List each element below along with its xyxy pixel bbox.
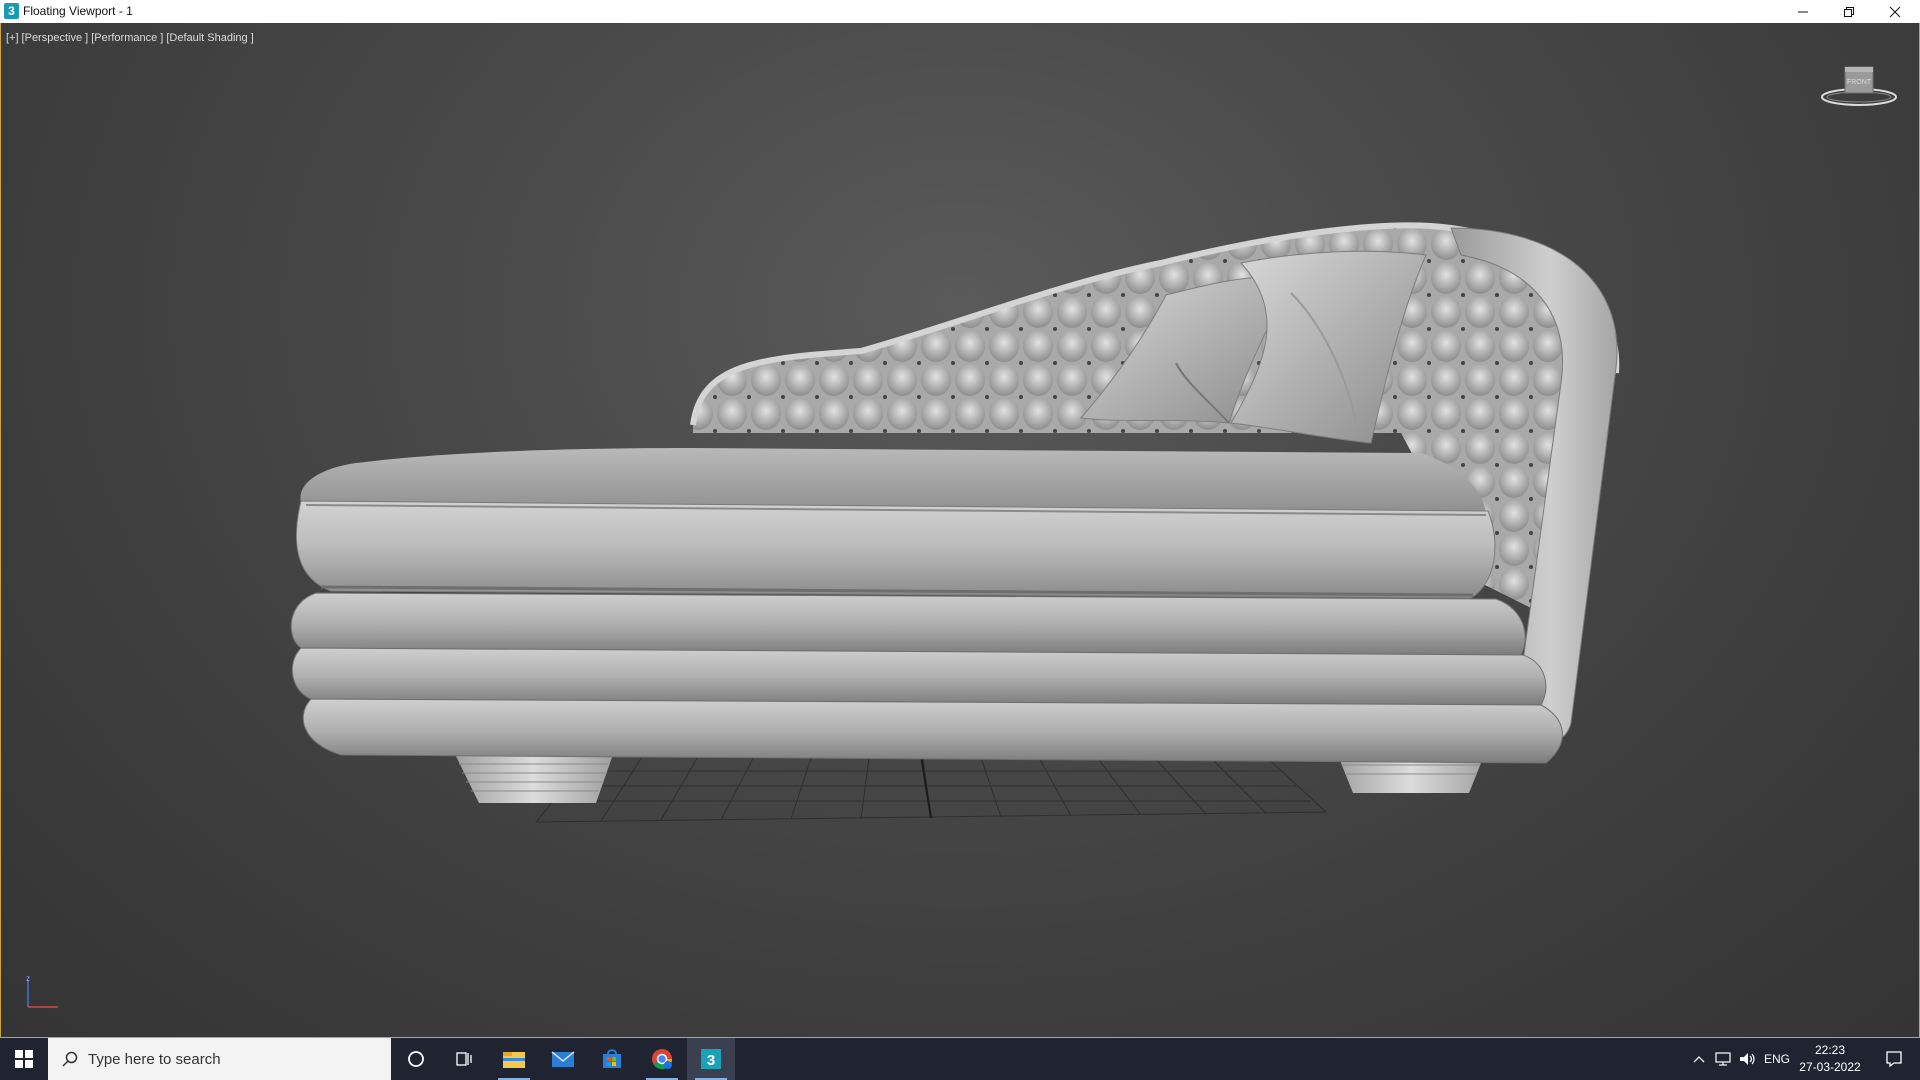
task-view-button[interactable] xyxy=(440,1038,488,1080)
restore-button[interactable] xyxy=(1826,0,1872,23)
network-icon xyxy=(1715,1052,1731,1066)
cortana-icon xyxy=(408,1051,424,1067)
cortana-button[interactable] xyxy=(392,1038,440,1080)
mail-button[interactable] xyxy=(539,1038,587,1080)
clock-time: 22:23 xyxy=(1814,1043,1846,1057)
search-icon xyxy=(62,1051,78,1067)
chrome-button[interactable] xyxy=(638,1038,686,1080)
3dsmax-icon: 3 xyxy=(701,1049,721,1069)
task-view-icon xyxy=(456,1052,472,1066)
close-icon xyxy=(1889,6,1901,17)
svg-text:3: 3 xyxy=(707,1052,715,1069)
taskbar-search-box[interactable]: Type here to search xyxy=(48,1038,391,1080)
sofa-base-bands xyxy=(290,592,1563,764)
restore-icon xyxy=(1844,6,1854,17)
store-icon xyxy=(603,1049,621,1068)
minimize-icon xyxy=(1798,11,1808,12)
volume-button[interactable] xyxy=(1736,1038,1758,1080)
store-button[interactable] xyxy=(588,1038,636,1080)
window-title: Floating Viewport - 1 xyxy=(23,4,133,18)
input-language-button[interactable]: ENG xyxy=(1762,1038,1792,1080)
notification-icon xyxy=(1886,1051,1902,1068)
floating-viewport[interactable]: [+] [Perspective ] [Performance ] [Default … xyxy=(0,23,1920,1038)
mail-icon xyxy=(551,1051,575,1067)
clock-date: 27-03-2022 xyxy=(1799,1060,1861,1074)
show-hidden-icons-button[interactable] xyxy=(1688,1038,1710,1080)
scene-render[interactable] xyxy=(1,23,1919,1037)
taskbar-clock[interactable]: 22:23 27-03-2022 xyxy=(1790,1042,1870,1076)
file-explorer-icon xyxy=(503,1052,525,1068)
action-center-button[interactable] xyxy=(1874,1038,1914,1080)
axis-z-label: z xyxy=(26,975,30,983)
windows-logo-icon xyxy=(15,1050,33,1068)
network-button[interactable] xyxy=(1712,1038,1734,1080)
axis-tripod-icon: z xyxy=(26,975,58,1008)
speaker-icon xyxy=(1740,1053,1755,1065)
chevron-up-icon xyxy=(1693,1056,1705,1063)
3dsmax-app-icon: 3 xyxy=(4,3,19,19)
viewcube-face-label: FRONT xyxy=(1847,79,1872,86)
file-explorer-button[interactable] xyxy=(490,1038,538,1080)
seat-cushion-front xyxy=(295,500,1496,599)
start-button[interactable] xyxy=(0,1038,48,1080)
3dsmax-taskbar-button[interactable]: 3 xyxy=(687,1038,735,1080)
minimize-button[interactable] xyxy=(1780,0,1826,23)
close-button[interactable] xyxy=(1872,0,1918,23)
windows-taskbar: Type here to search 3 ENG 22:23 27-03-20… xyxy=(0,1038,1920,1080)
search-placeholder: Type here to search xyxy=(88,1051,221,1068)
window-title-bar: 3 Floating Viewport - 1 xyxy=(0,0,1920,24)
chrome-icon xyxy=(652,1049,673,1070)
viewcube-icon[interactable]: FRONT xyxy=(1819,61,1899,111)
